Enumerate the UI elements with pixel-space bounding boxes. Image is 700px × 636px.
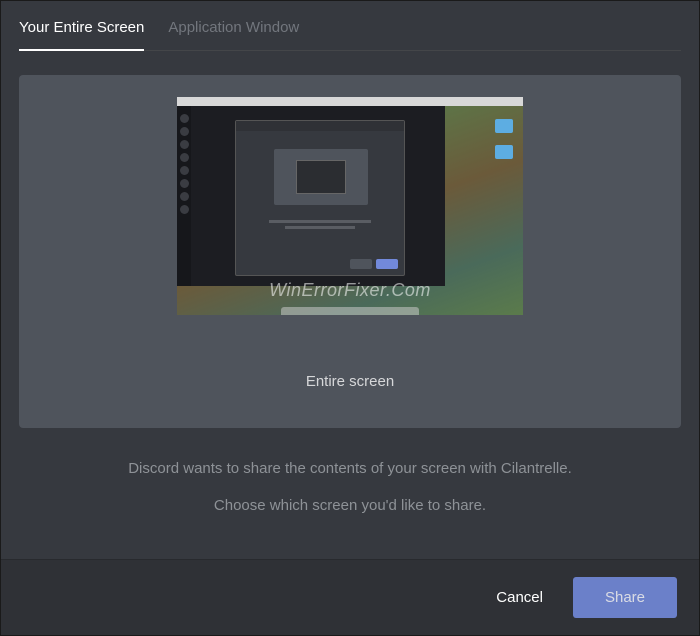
tab-application-window[interactable]: Application Window	[168, 19, 299, 50]
server-icon	[180, 153, 189, 162]
dialog-footer: Cancel Share	[1, 559, 699, 635]
screen-share-dialog: Your Entire Screen Application Window	[0, 0, 700, 636]
macos-dock	[281, 307, 419, 315]
folder-icon	[495, 119, 513, 133]
screen-option-card[interactable]: WinErrorFixer.Com Entire screen	[19, 75, 681, 428]
tab-entire-screen[interactable]: Your Entire Screen	[19, 19, 144, 50]
screen-thumbnail: WinErrorFixer.Com	[177, 97, 523, 315]
nested-share-dialog	[235, 120, 405, 276]
cancel-button[interactable]: Cancel	[496, 589, 543, 606]
macos-menubar	[177, 97, 523, 106]
tab-label: Your Entire Screen	[19, 19, 144, 36]
dialog-body: Your Entire Screen Application Window	[1, 1, 699, 559]
nested-info-text	[256, 217, 384, 231]
tab-bar: Your Entire Screen Application Window	[19, 19, 681, 51]
info-line-2: Choose which screen you'd like to share.	[19, 495, 681, 516]
nested-cancel-button	[350, 259, 372, 269]
tab-label: Application Window	[168, 19, 299, 36]
info-section: Discord wants to share the contents of y…	[19, 458, 681, 516]
server-list	[177, 106, 191, 286]
nested-buttons	[350, 259, 398, 269]
server-icon	[180, 192, 189, 201]
nested-thumbnail	[274, 149, 368, 205]
server-icon	[180, 127, 189, 136]
nested-share-button	[376, 259, 398, 269]
folder-icon	[495, 145, 513, 159]
server-icon	[180, 114, 189, 123]
discord-window	[177, 106, 445, 286]
server-icon	[180, 140, 189, 149]
nested-thumbnail-inner	[296, 160, 346, 194]
server-icon	[180, 205, 189, 214]
share-button[interactable]: Share	[573, 577, 677, 618]
screen-option-label: Entire screen	[306, 373, 394, 390]
server-icon	[180, 166, 189, 175]
server-icon	[180, 179, 189, 188]
info-line-1: Discord wants to share the contents of y…	[19, 458, 681, 479]
nested-dialog-header	[236, 121, 404, 131]
